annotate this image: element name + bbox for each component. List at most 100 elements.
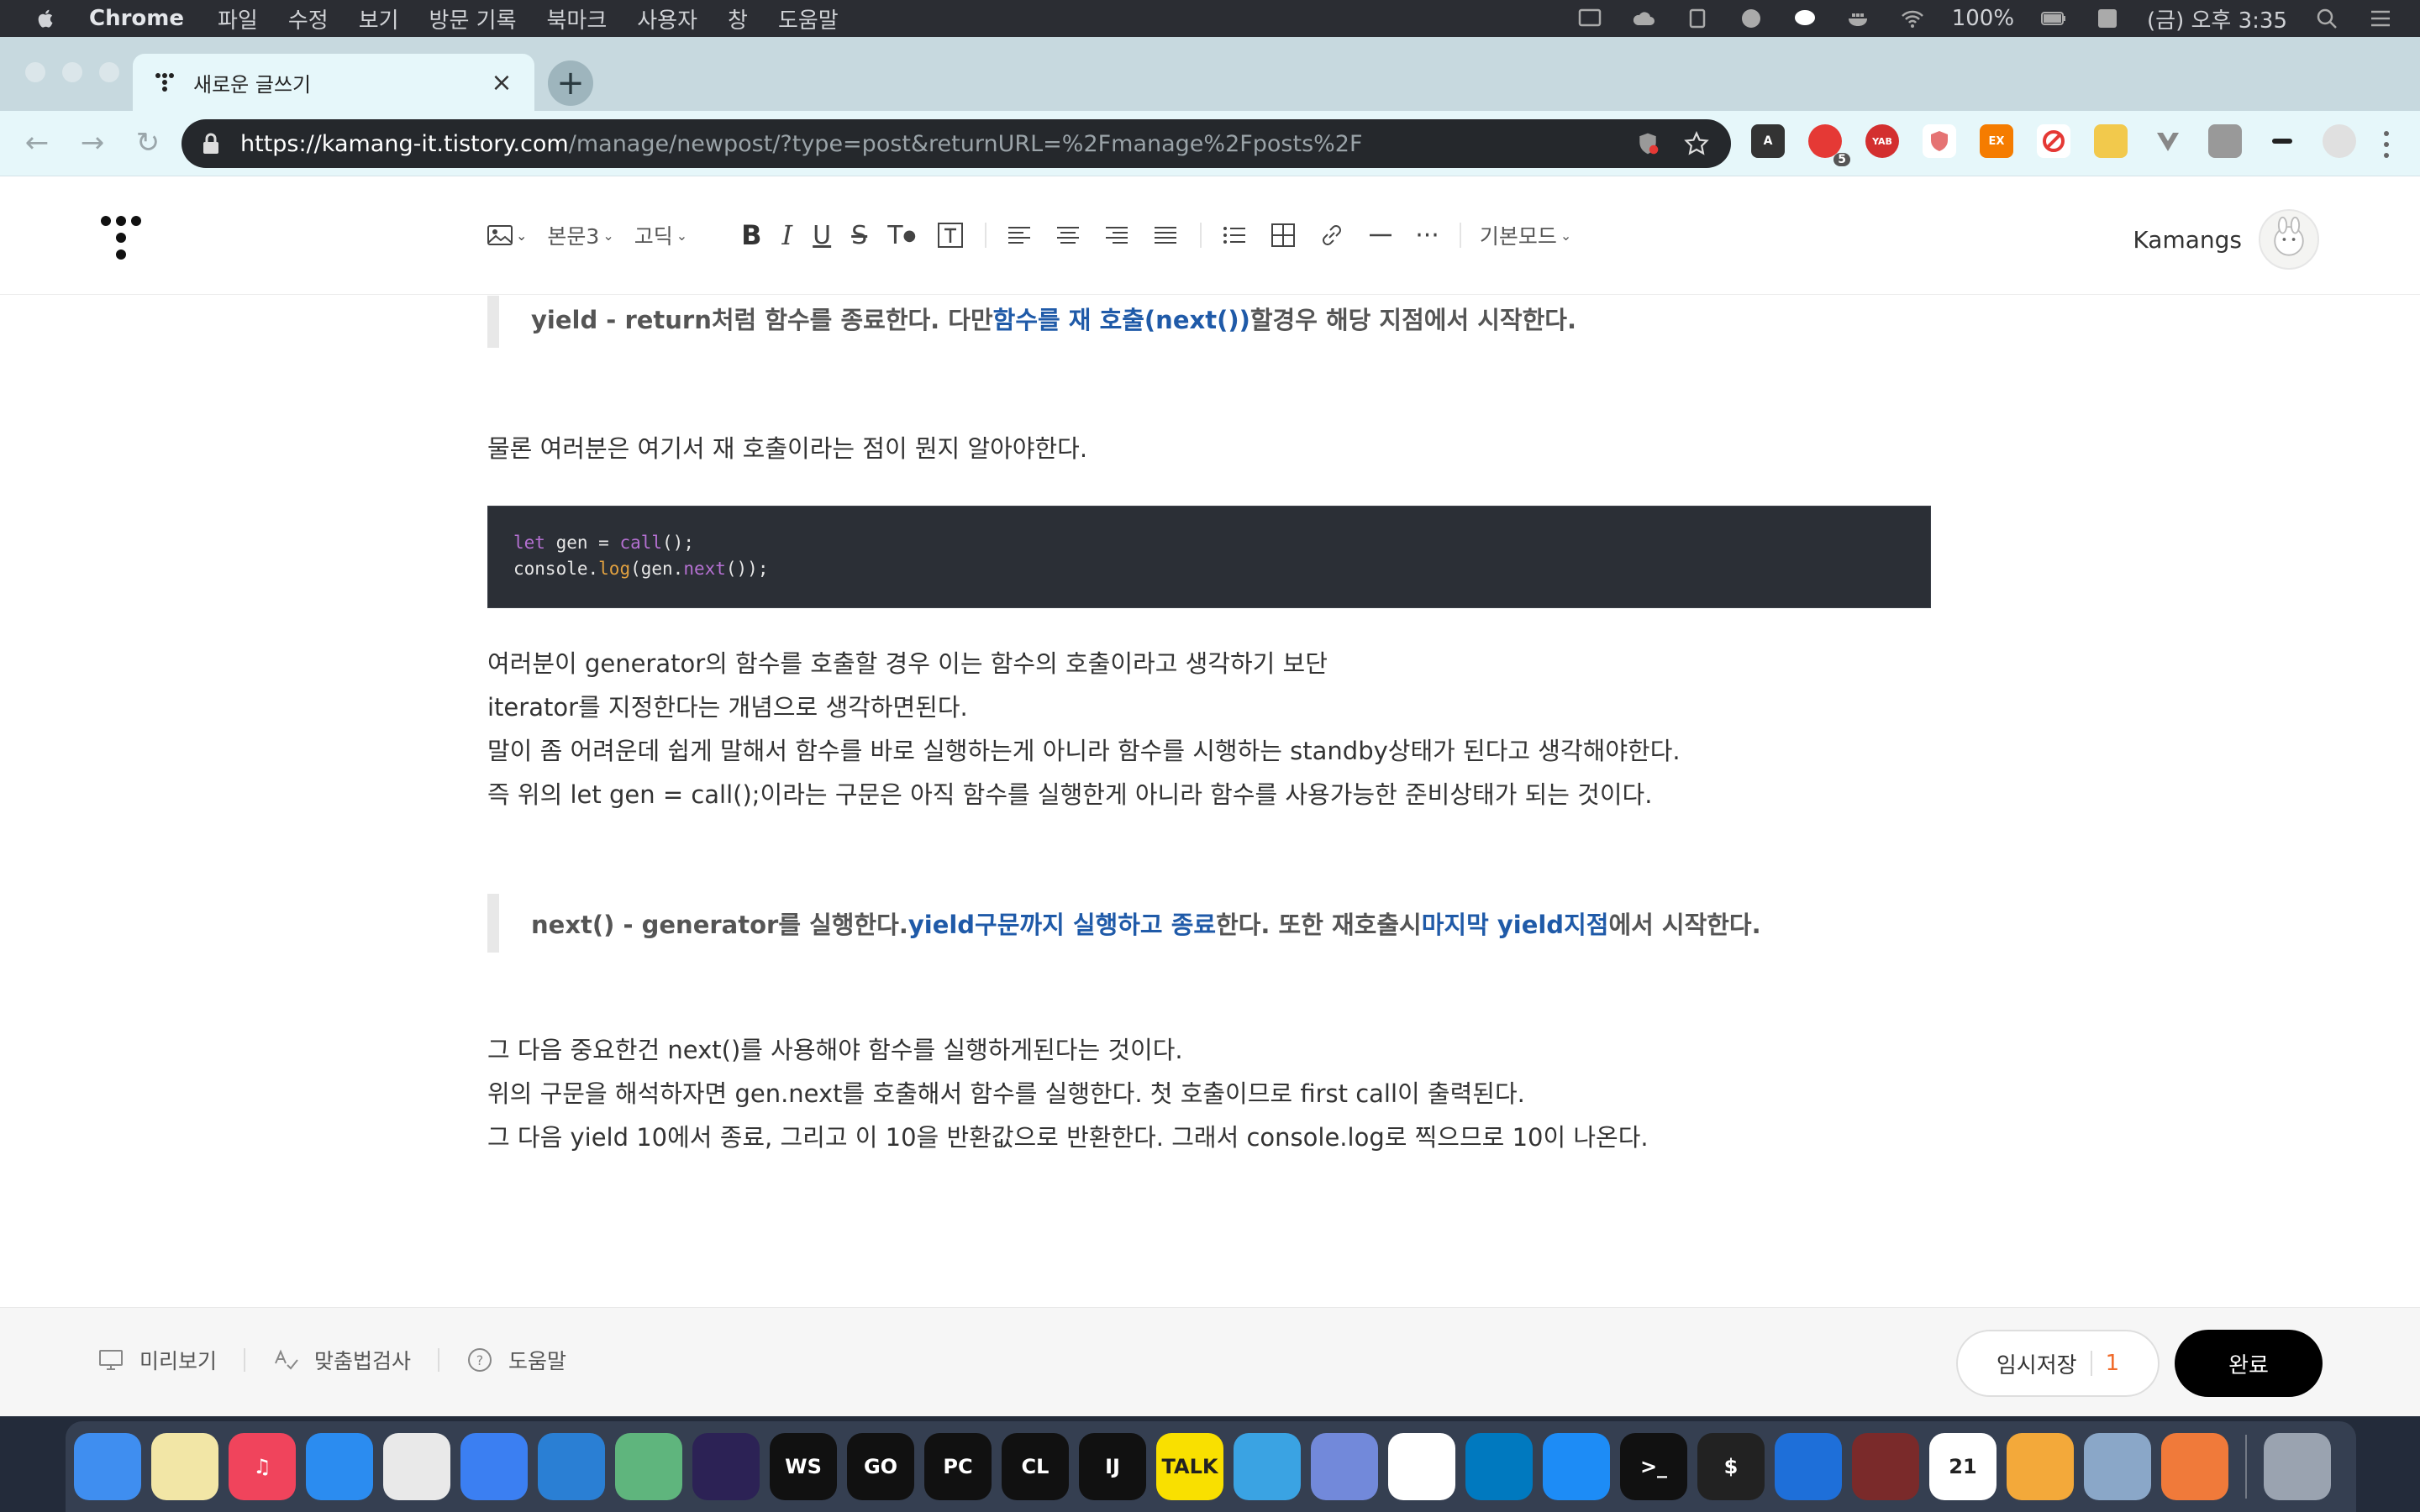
table-icon[interactable] [1269,216,1297,255]
screen-icon[interactable] [1576,7,1604,30]
text-background-icon[interactable] [936,216,965,255]
reload-icon[interactable]: ↻ [131,126,165,160]
ext-block-icon[interactable] [2037,124,2070,158]
url-text[interactable]: https://kamang-it.tistory.com/manage/new… [240,131,1613,157]
dock-discord-icon[interactable] [1311,1433,1378,1500]
dock-photo-booth-icon[interactable] [1852,1433,1919,1500]
close-window-button[interactable] [25,62,45,82]
dock-vscode-icon[interactable] [538,1433,605,1500]
preview-button[interactable]: 미리보기 [97,1345,217,1375]
wifi-icon[interactable] [1898,7,1927,30]
menubar-app-name[interactable]: Chrome [89,6,184,31]
align-justify-icon[interactable] [1151,216,1180,255]
more-options-icon[interactable]: ··· [1415,216,1439,255]
underline-icon[interactable]: U [813,216,831,255]
paragraph-style-select[interactable]: 본문3 ⌄ [547,216,613,255]
dock-iterm-icon[interactable]: $ [1697,1433,1765,1500]
dock-notes-icon[interactable] [151,1433,218,1500]
dock-chrome-icon[interactable] [383,1433,450,1500]
menu-view[interactable]: 보기 [359,3,399,34]
dock-intellij-icon[interactable]: IJ [1079,1433,1146,1500]
new-tab-button[interactable]: + [548,60,593,106]
spellcheck-button[interactable]: 맞춤법검사 [272,1345,411,1375]
dock-xcode-icon[interactable] [460,1433,528,1500]
menu-bookmarks[interactable]: 북마크 [547,3,608,34]
dock-maps-pin-icon[interactable] [1775,1433,1842,1500]
ext-adblock-icon[interactable]: 5 [1808,124,1850,166]
ext-a-icon[interactable]: A [1751,124,1785,158]
ext-yab-icon[interactable]: YAB [1865,124,1899,158]
bold-icon[interactable]: B [741,216,761,255]
align-center-icon[interactable] [1054,216,1082,255]
bookmark-star-icon[interactable] [1682,129,1711,158]
dock-preview-icon[interactable] [2084,1433,2151,1500]
menu-window[interactable]: 창 [728,3,748,34]
temp-save-button[interactable]: 임시저장 1 [1956,1330,2160,1397]
ext-shield-icon[interactable] [1923,124,1956,158]
user-profile[interactable]: Kamangs [2133,209,2319,270]
strikethrough-icon[interactable]: S [851,216,867,255]
menu-people[interactable]: 사용자 [637,3,697,34]
dock-trello-icon[interactable] [1465,1433,1533,1500]
menu-history[interactable]: 방문 기록 [429,3,517,34]
dock-trash-icon[interactable] [2264,1433,2331,1500]
shield-blocked-icon[interactable] [1634,129,1662,158]
back-arrow-icon[interactable]: ← [20,126,54,160]
ext-ex-icon[interactable]: EX [1980,124,2013,158]
dock-webstorm-icon[interactable]: WS [770,1433,837,1500]
forward-arrow-icon[interactable]: → [76,126,109,160]
temp-save-count[interactable]: 1 [2090,1351,2119,1376]
avatar[interactable] [2259,209,2319,270]
horizontal-line-icon[interactable] [1366,216,1395,255]
input-source-icon[interactable] [2093,7,2122,30]
editor-content[interactable]: yield - return처럼 함수를 종료한다. 다만 함수를 재 호출(n… [0,296,2420,1307]
dock-music-icon[interactable]: ♫ [229,1433,296,1500]
dock-atom-icon[interactable] [615,1433,682,1500]
bullet-list-icon[interactable] [1220,216,1249,255]
dock-goland-icon[interactable]: GO [847,1433,914,1500]
dock-eclipse-icon[interactable] [692,1433,760,1500]
zoom-window-button[interactable] [99,62,119,82]
lock-icon[interactable] [202,133,220,155]
insert-image-icon[interactable]: ⌄ [486,216,527,255]
minimize-window-button[interactable] [62,62,82,82]
apple-icon[interactable] [34,6,59,31]
telegram-tray-icon[interactable] [1737,7,1765,30]
align-right-icon[interactable] [1102,216,1131,255]
dock-calendar-icon[interactable]: 21 [1929,1433,1996,1500]
chrome-menu-icon[interactable] [2378,128,2395,161]
ext-cat-icon[interactable] [2094,124,2128,158]
code-block[interactable]: let gen = call(); console.log(gen.next()… [487,506,1931,608]
docker-icon[interactable] [1844,7,1873,30]
chat-bubble-icon[interactable] [1791,7,1819,30]
cloud-upload-icon[interactable] [1629,7,1658,30]
notification-center-icon[interactable] [2366,7,2395,30]
menu-help[interactable]: 도움말 [778,3,839,34]
profile-avatar-icon[interactable] [2323,124,2356,158]
spotlight-search-icon[interactable] [2312,7,2341,30]
menu-file[interactable]: 파일 [218,3,258,34]
menubar-clock[interactable]: (금) 오후 3:35 [2147,3,2287,34]
link-icon[interactable] [1318,216,1346,255]
dock-telegram-icon[interactable] [1234,1433,1301,1500]
italic-icon[interactable]: I [782,216,793,255]
publish-done-button[interactable]: 완료 [2175,1330,2323,1397]
menu-edit[interactable]: 수정 [288,3,329,34]
clipboard-icon[interactable] [1683,7,1712,30]
dock-terminal-icon[interactable]: >_ [1620,1433,1687,1500]
tab-close-icon[interactable]: × [489,68,514,97]
dock-clion-icon[interactable]: CL [1002,1433,1069,1500]
text-color-icon[interactable]: T ● [887,216,916,255]
dock-tableplus-icon[interactable] [2007,1433,2074,1500]
tistory-logo-icon[interactable] [99,214,143,263]
ext-incognito-icon[interactable] [2265,124,2299,158]
dock-slack-icon[interactable] [1388,1433,1455,1500]
font-select[interactable]: 고딕 ⌄ [634,216,687,255]
dock-finder-icon[interactable] [74,1433,141,1500]
help-button[interactable]: ? 도움말 [466,1345,566,1375]
ext-puzzle-icon[interactable] [2208,124,2242,158]
dock-pycharm-icon[interactable]: PC [924,1433,992,1500]
dock-kakaotalk-icon[interactable]: TALK [1156,1433,1223,1500]
tab-new-post[interactable]: 새로운 글쓰기 × [133,54,534,111]
ext-vue-icon[interactable] [2151,124,2185,158]
